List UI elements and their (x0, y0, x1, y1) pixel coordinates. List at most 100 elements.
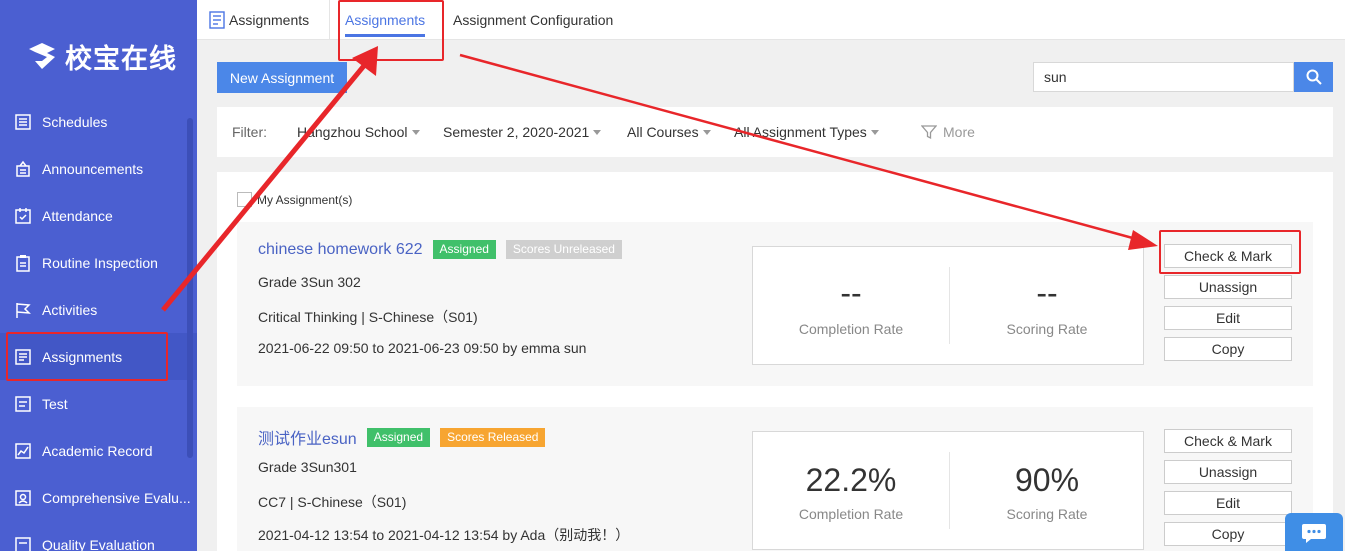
completion-rate-label: Completion Rate (798, 321, 904, 337)
sidebar-item-label: Attendance (42, 207, 113, 224)
completion-stat: -- Completion Rate (753, 247, 949, 366)
tab-label: Assignments (229, 12, 310, 28)
filter-label: Filter: (232, 124, 267, 140)
tab-assignment-configuration[interactable]: Assignment Configuration (453, 0, 613, 40)
assignment-card: 测试作业esun Assigned Scores Released Grade … (237, 407, 1313, 551)
sidebar-item-label: Activities (42, 301, 98, 318)
sidebar-item-label: Announcements (42, 160, 144, 177)
sidebar-item-comprehensive-evaluation[interactable]: Comprehensive Evalu... (0, 474, 197, 521)
sidebar: 校宝在线 Schedules Announcements Attendance … (0, 0, 197, 551)
assignment-title-row: chinese homework 622 Assigned Scores Unr… (258, 240, 622, 259)
schedules-icon (13, 112, 33, 132)
sidebar-item-label: Routine Inspection (42, 254, 158, 271)
scoring-rate-value: 90% (1014, 462, 1080, 498)
school-filter-value: Hangzhou School (297, 124, 408, 140)
semester-filter[interactable]: Semester 2, 2020-2021 (443, 107, 602, 157)
assignment-course: CC7 | S-Chinese（S01) (258, 494, 407, 510)
assignment-stats: -- Completion Rate -- Scoring Rate (752, 246, 1144, 365)
search-box (1033, 62, 1333, 92)
edit-button[interactable]: Edit (1164, 491, 1292, 515)
sidebar-item-label: Schedules (42, 113, 108, 130)
unassign-button[interactable]: Unassign (1164, 460, 1292, 484)
sidebar-item-label: Test (42, 395, 68, 412)
card-actions: Check & Mark Unassign Edit Copy (1164, 429, 1292, 551)
annotation-box-tab (338, 0, 444, 61)
sidebar-item-activities[interactable]: Activities (0, 286, 197, 333)
logo-icon (29, 43, 55, 69)
sidebar-item-quality-evaluation[interactable]: Quality Evaluation (0, 521, 197, 551)
caret-down-icon (411, 129, 420, 135)
tab-divider (329, 0, 330, 40)
sidebar-item-label: Comprehensive Evalu... (42, 489, 191, 506)
courses-filter[interactable]: All Courses (627, 107, 711, 157)
chat-widget-button[interactable] (1285, 513, 1343, 551)
school-filter[interactable]: Hangzhou School (297, 107, 420, 157)
assignment-class: Grade 3Sun301 (258, 459, 357, 475)
sidebar-item-academic-record[interactable]: Academic Record (0, 427, 197, 474)
scoring-rate-label: Scoring Rate (1006, 321, 1088, 337)
flag-icon (13, 300, 33, 320)
assignment-time: 2021-06-22 09:50 to 2021-06-23 09:50 by … (258, 340, 587, 356)
search-button[interactable] (1294, 62, 1333, 92)
caret-down-icon (702, 129, 711, 135)
sidebar-scrollbar[interactable] (187, 118, 193, 458)
sidebar-item-test[interactable]: Test (0, 380, 197, 427)
completion-stat: 22.2% Completion Rate (753, 432, 949, 551)
assignment-course: Critical Thinking | S-Chinese（S01) (258, 309, 478, 325)
brand-name: 校宝在线 (65, 43, 177, 75)
semester-filter-value: Semester 2, 2020-2021 (443, 124, 590, 140)
check-mark-button[interactable]: Check & Mark (1164, 429, 1292, 453)
scoring-stat: -- Scoring Rate (949, 247, 1145, 366)
copy-button[interactable]: Copy (1164, 522, 1292, 546)
unassign-button[interactable]: Unassign (1164, 275, 1292, 299)
assignment-title-link[interactable]: chinese homework 622 (258, 241, 423, 259)
chat-bubble-icon (1302, 524, 1326, 543)
assignment-time: 2021-04-12 13:54 to 2021-04-12 13:54 by … (258, 527, 630, 543)
completion-rate-value: 22.2% (805, 462, 897, 498)
more-filters-button[interactable]: More (921, 107, 975, 157)
my-assignments-checkbox[interactable]: My Assignment(s) (237, 192, 352, 207)
attendance-icon (13, 206, 33, 226)
completion-rate-label: Completion Rate (798, 506, 904, 522)
annotation-box-check-mark (1159, 230, 1301, 274)
sidebar-item-announcements[interactable]: Announcements (0, 145, 197, 192)
edit-button[interactable]: Edit (1164, 306, 1292, 330)
copy-button[interactable]: Copy (1164, 337, 1292, 361)
scoring-rate-label: Scoring Rate (1006, 506, 1088, 522)
status-badge: Assigned (432, 240, 496, 259)
assignment-title-row: 测试作业esun Assigned Scores Released (258, 425, 546, 449)
sidebar-item-attendance[interactable]: Attendance (0, 192, 197, 239)
assignment-class: Grade 3Sun 302 (258, 274, 361, 290)
brand-logo[interactable]: 校宝在线 (25, 36, 177, 76)
tab-assignments-home[interactable]: Assignments (209, 0, 309, 40)
announcements-icon (13, 159, 33, 179)
assignment-card: chinese homework 622 Assigned Scores Unr… (237, 222, 1313, 386)
sidebar-item-schedules[interactable]: Schedules (0, 98, 197, 145)
caret-down-icon (593, 129, 602, 135)
filter-bar: Filter: Hangzhou School Semester 2, 2020… (217, 107, 1333, 157)
types-filter-value: All Assignment Types (734, 124, 867, 140)
quality-icon (13, 535, 33, 551)
funnel-icon (921, 125, 937, 140)
assignment-stats: 22.2% Completion Rate 90% Scoring Rate (752, 431, 1144, 550)
evaluation-icon (13, 488, 33, 508)
scoring-stat: 90% Scoring Rate (949, 432, 1145, 551)
completion-rate-value: -- (840, 275, 862, 311)
inspection-icon (13, 253, 33, 273)
status-badge: Assigned (366, 427, 431, 447)
checkbox[interactable] (237, 192, 252, 207)
chart-icon (13, 441, 33, 461)
sidebar-item-routine-inspection[interactable]: Routine Inspection (0, 239, 197, 286)
assignment-types-filter[interactable]: All Assignment Types (734, 107, 879, 157)
search-input[interactable] (1033, 62, 1294, 92)
tab-label: Assignment Configuration (453, 12, 614, 28)
my-assignments-label: My Assignment(s) (257, 192, 353, 207)
assignment-title-link[interactable]: 测试作业esun (258, 425, 357, 449)
assignments-icon (209, 11, 225, 29)
sidebar-nav: Schedules Announcements Attendance Routi… (0, 98, 197, 551)
new-assignment-button[interactable]: New Assignment (217, 62, 347, 93)
score-status-badge: Scores Unreleased (505, 240, 622, 259)
caret-down-icon (870, 129, 879, 135)
sidebar-item-label: Quality Evaluation (42, 536, 155, 551)
annotation-box-sidebar (6, 332, 168, 381)
